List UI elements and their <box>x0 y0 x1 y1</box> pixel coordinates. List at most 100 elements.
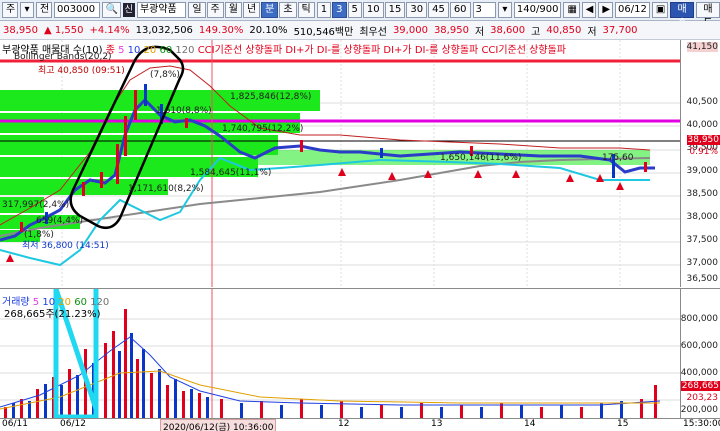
ma-5: 5 <box>118 45 125 56</box>
ma-60: 60 <box>159 45 173 56</box>
minute-group: 1 3 5 10 15 30 45 60 <box>316 2 471 18</box>
candle <box>380 148 383 158</box>
minute-45[interactable]: 45 <box>428 2 449 18</box>
vol-bar <box>460 405 463 418</box>
time-label-14: 14 <box>524 419 536 429</box>
candle <box>644 162 647 172</box>
minute-60[interactable]: 60 <box>449 2 471 18</box>
turnover-pct: 149.30% <box>198 24 244 36</box>
up-arrow-icon <box>566 174 574 182</box>
vol-bar <box>260 401 263 418</box>
period-group: 일 주 월 년 분 초 틱 <box>188 2 315 18</box>
minute-3[interactable]: 3 <box>332 2 347 18</box>
candle <box>185 118 188 128</box>
vp-label-1: 1,825,846(12,8%) <box>230 92 312 102</box>
axis-38500: 38,500 <box>686 189 719 199</box>
period-week[interactable]: 주 <box>206 2 224 18</box>
date-field[interactable]: 06/12 <box>615 2 650 18</box>
interval-dropdown-icon[interactable]: ▾ <box>497 2 512 18</box>
vp-label-7: 659(4,4%) <box>36 216 84 226</box>
vp-label-3: 1,584,645(11,1%) <box>190 168 272 178</box>
volume-chart-pane[interactable]: 거래량 5 10 20 60 120 268,665주(21.23%) <box>0 288 681 418</box>
vp-label-2: 1,740,795(12,2%) <box>222 124 304 134</box>
minute-15[interactable]: 15 <box>384 2 406 18</box>
minute-10[interactable]: 10 <box>362 2 384 18</box>
mode-select[interactable]: 주 <box>2 2 18 18</box>
high-note: 최고 40,850 (09:51) <box>38 66 125 76</box>
vol-bar <box>136 359 139 418</box>
prev-icon[interactable]: ◀ <box>581 2 597 18</box>
vol-bar <box>320 405 323 418</box>
buy-button[interactable]: 매수 <box>670 2 695 29</box>
axis-41150: 41,150 <box>686 42 718 52</box>
vol-bar <box>206 397 209 418</box>
signal-2: DI+가 DI-를 상향돌파 <box>285 45 381 56</box>
jeon-button[interactable]: 전 <box>35 2 52 18</box>
vol-axis-800000: 800,000 <box>680 314 718 324</box>
vol-bar <box>190 389 193 418</box>
vol-bar <box>4 407 7 418</box>
count-field[interactable]: 140/900 <box>513 2 562 18</box>
sell-button[interactable]: 매도 <box>696 2 720 29</box>
grid-icon[interactable]: ▦ <box>563 2 580 18</box>
price-change: ▲ 1,550 <box>44 24 84 36</box>
time-label-end: 15:30:00 <box>683 419 720 429</box>
stock-name-field: 부광약품 <box>136 2 187 18</box>
mode-dropdown-icon[interactable]: ▾ <box>19 2 34 18</box>
next-icon[interactable]: ▶ <box>598 2 614 18</box>
candle <box>134 90 137 120</box>
vol-bar <box>112 331 115 418</box>
vol-bar <box>400 407 403 418</box>
vol-bar <box>220 399 223 418</box>
vp-label-6: 317,997(2,4%) <box>2 200 70 210</box>
cursor-time-label: 2020/06/12(금) 10:36:00 <box>160 419 277 431</box>
candle <box>20 222 23 232</box>
candle <box>144 84 147 106</box>
vp-band-3 <box>0 135 278 155</box>
up-arrow-icon <box>6 254 14 262</box>
time-label-15: 15 <box>617 419 629 429</box>
chart-toolbar: 주 ▾ 전 003000 🔍 신 부광약품 일 주 월 년 분 초 틱 1 3 … <box>0 0 720 29</box>
vol-bar <box>360 407 363 418</box>
up-arrow-icon <box>512 170 520 178</box>
current-pct-tag: 0.91% <box>689 147 718 157</box>
candle <box>100 172 103 188</box>
vol-bar <box>182 391 185 418</box>
best-ask: 39,000 <box>392 24 428 36</box>
vol-bar <box>142 349 145 418</box>
search-icon[interactable]: 🔍 <box>101 2 121 18</box>
minute-30[interactable]: 30 <box>406 2 428 18</box>
period-minute[interactable]: 분 <box>261 2 279 18</box>
calendar-icon[interactable]: ▣ <box>651 2 669 18</box>
period-day[interactable]: 일 <box>188 2 206 18</box>
price-chart-pane[interactable]: 부광약품 매물대 수(10) 종 5 10 20 60 120 CCI기준선 상… <box>0 40 681 287</box>
minute-5[interactable]: 5 <box>347 2 362 18</box>
period-month[interactable]: 월 <box>224 2 242 18</box>
vol-bar <box>560 405 563 418</box>
volume-gridlines <box>0 318 680 401</box>
vol-axis-600000: 600,000 <box>680 341 718 351</box>
close-label: 저 <box>587 26 597 38</box>
time-label-12: 12 <box>338 419 350 429</box>
vol-bar <box>76 375 79 418</box>
period-second[interactable]: 초 <box>279 2 297 18</box>
best-ask-label: 최우선 <box>359 26 387 38</box>
vol-bar <box>12 403 15 418</box>
current-price-tag: 38,950 <box>686 135 720 145</box>
vol-axis-400000: 400,000 <box>680 368 718 378</box>
axis-40000: 40,000 <box>686 120 719 130</box>
candle <box>124 116 127 156</box>
high-value: 40,850 <box>546 24 582 36</box>
period-year[interactable]: 년 <box>242 2 261 18</box>
ma-120: 120 <box>175 45 195 56</box>
minute-1[interactable]: 1 <box>316 2 332 18</box>
axis-39000: 39,000 <box>686 166 719 176</box>
ma-10: 10 <box>127 45 141 56</box>
high-label: 고 <box>531 26 541 38</box>
period-tick[interactable]: 틱 <box>297 2 315 18</box>
interval-input[interactable]: 3 <box>472 2 496 18</box>
vol-bar <box>240 403 243 418</box>
low-value: 38,600 <box>490 24 526 36</box>
stock-code-input[interactable]: 003000 <box>53 2 100 18</box>
axis-38000: 38,000 <box>686 212 719 222</box>
